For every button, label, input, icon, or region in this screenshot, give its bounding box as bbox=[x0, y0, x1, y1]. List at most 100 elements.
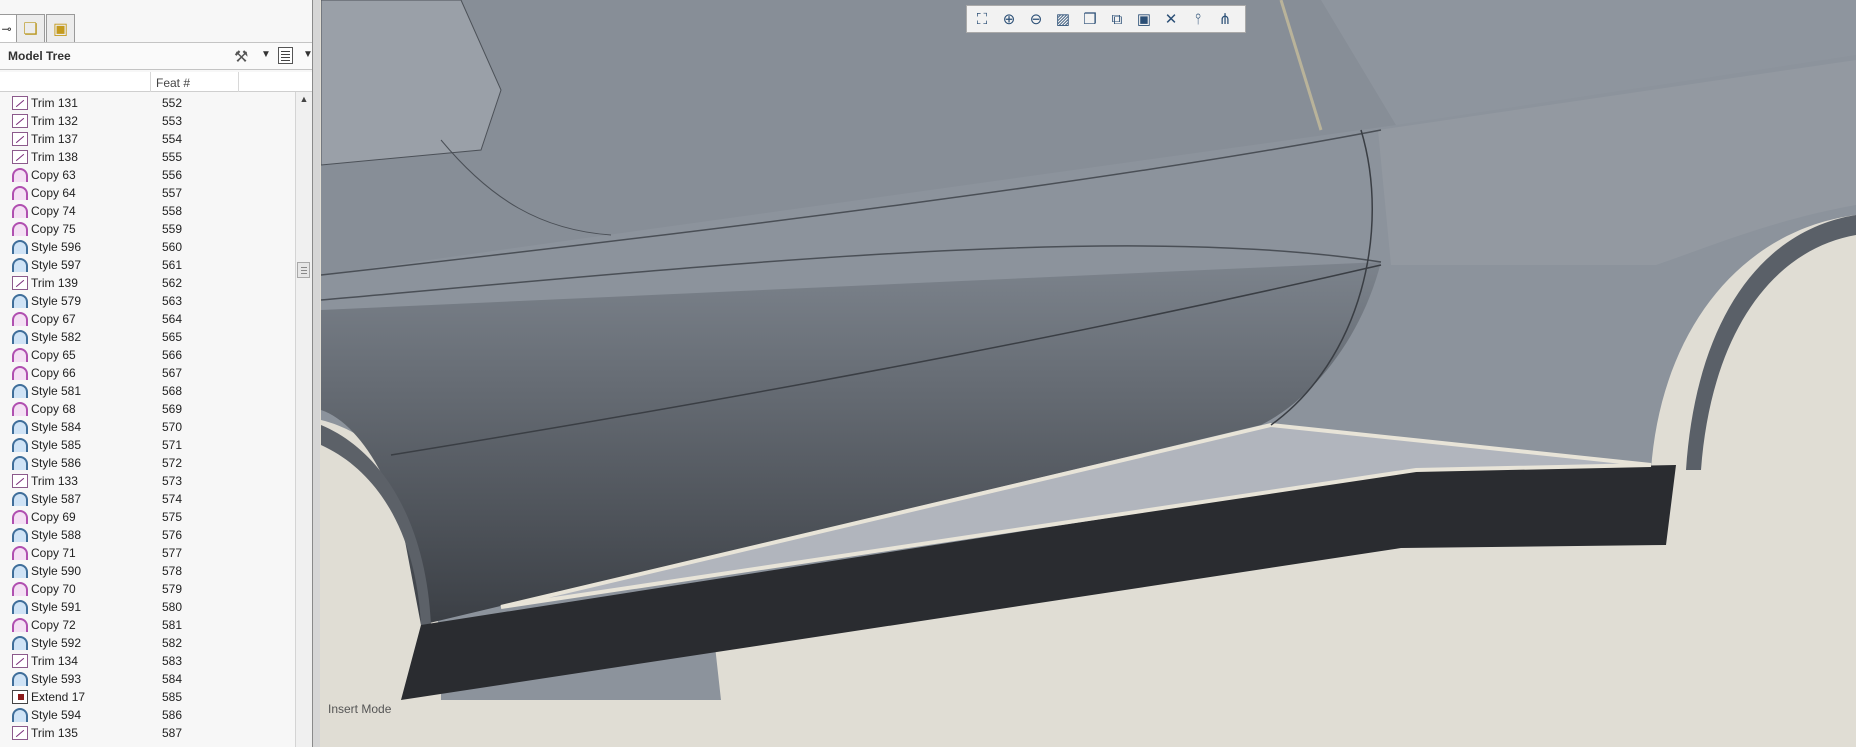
feature-name: Copy 65 bbox=[31, 348, 76, 362]
tree-row[interactable]: Copy 65 566 bbox=[0, 346, 294, 364]
feature-name: Copy 74 bbox=[31, 204, 76, 218]
datum-planes-icon[interactable]: ✕ bbox=[1160, 9, 1182, 31]
tree-scrollbar[interactable]: ▲ bbox=[295, 92, 312, 747]
feature-number: 566 bbox=[162, 348, 183, 362]
copy-feature-icon bbox=[12, 204, 28, 218]
trim-feature-icon bbox=[12, 474, 28, 488]
tree-column-header: Feat # bbox=[0, 72, 313, 92]
tree-row[interactable]: Trim 135 587 bbox=[0, 724, 294, 742]
panel-splitter[interactable] bbox=[312, 0, 320, 747]
tree-row[interactable]: Style 596 560 bbox=[0, 238, 294, 256]
layers-tab[interactable]: ❏ bbox=[16, 14, 45, 43]
chevron-down-icon[interactable]: ▼ bbox=[261, 49, 271, 60]
column-header-feat[interactable]: Feat # bbox=[156, 76, 190, 90]
tree-row[interactable]: Copy 70 579 bbox=[0, 580, 294, 598]
style-feature-icon bbox=[12, 258, 28, 272]
feature-name: Style 581 bbox=[31, 384, 82, 398]
tree-row[interactable]: Copy 72 581 bbox=[0, 616, 294, 634]
tree-row[interactable]: Extend 17 585 bbox=[0, 688, 294, 706]
tree-row[interactable]: Trim 137 554 bbox=[0, 130, 294, 148]
repaint-icon[interactable]: ▨ bbox=[1052, 9, 1074, 31]
refit-icon[interactable]: ⛶ bbox=[971, 9, 993, 31]
trim-feature-icon bbox=[12, 96, 28, 110]
tree-row[interactable]: Style 592 582 bbox=[0, 634, 294, 652]
feature-name: Copy 71 bbox=[31, 546, 76, 560]
feature-number: 580 bbox=[162, 600, 183, 614]
car-body-model[interactable] bbox=[321, 0, 1856, 747]
graphics-window[interactable]: ⛶ ⊕ ⊖ ▨ ❒ ⧉ ▣ ✕ ⫯ ⋔ Insert Mode bbox=[321, 0, 1856, 747]
feature-name: Copy 67 bbox=[31, 312, 76, 326]
tree-row[interactable]: Copy 75 559 bbox=[0, 220, 294, 238]
view-manager-icon[interactable]: ▣ bbox=[1133, 9, 1155, 31]
show-menu-icon[interactable] bbox=[278, 47, 293, 64]
tree-row[interactable]: Style 593 584 bbox=[0, 670, 294, 688]
feature-name: Trim 138 bbox=[31, 150, 78, 164]
trim-feature-icon bbox=[12, 726, 28, 740]
tree-row[interactable]: Style 579 563 bbox=[0, 292, 294, 310]
feature-number: 567 bbox=[162, 366, 183, 380]
tree-row[interactable]: Trim 134 583 bbox=[0, 652, 294, 670]
datum-points-icon[interactable]: ⋔ bbox=[1214, 9, 1236, 31]
tree-row[interactable]: Style 581 568 bbox=[0, 382, 294, 400]
scroll-thumb[interactable] bbox=[297, 262, 310, 278]
tree-row[interactable]: Copy 63 556 bbox=[0, 166, 294, 184]
scroll-up-arrow-icon[interactable]: ▲ bbox=[298, 94, 310, 106]
feature-name: Style 592 bbox=[31, 636, 82, 650]
feature-name: Copy 68 bbox=[31, 402, 76, 416]
tree-row[interactable]: Style 582 565 bbox=[0, 328, 294, 346]
feature-name: Copy 66 bbox=[31, 366, 76, 380]
tree-row[interactable]: Style 587 574 bbox=[0, 490, 294, 508]
tree-row[interactable]: Trim 132 553 bbox=[0, 112, 294, 130]
column-divider[interactable] bbox=[150, 72, 151, 92]
tree-row[interactable]: Style 585 571 bbox=[0, 436, 294, 454]
folder-browser-tab[interactable]: ▣ bbox=[46, 14, 75, 43]
feature-name: Style 591 bbox=[31, 600, 82, 614]
tree-row[interactable]: Copy 69 575 bbox=[0, 508, 294, 526]
tree-row[interactable]: Trim 131 552 bbox=[0, 94, 294, 112]
settings-icon[interactable]: ⚒ bbox=[234, 47, 248, 67]
datum-axes-icon[interactable]: ⫯ bbox=[1187, 9, 1209, 31]
zoom-out-icon[interactable]: ⊖ bbox=[1025, 9, 1047, 31]
feature-number: 576 bbox=[162, 528, 183, 542]
tree-row[interactable]: Trim 133 573 bbox=[0, 472, 294, 490]
status-mode-label: Insert Mode bbox=[328, 702, 392, 716]
feature-number: 552 bbox=[162, 96, 183, 110]
tree-row[interactable]: Style 597 561 bbox=[0, 256, 294, 274]
display-style-icon[interactable]: ❒ bbox=[1079, 9, 1101, 31]
tree-row[interactable]: Copy 66 567 bbox=[0, 364, 294, 382]
tree-row[interactable]: Copy 64 557 bbox=[0, 184, 294, 202]
feature-number: 559 bbox=[162, 222, 183, 236]
style-feature-icon bbox=[12, 528, 28, 542]
feature-name: Style 579 bbox=[31, 294, 82, 308]
feature-number: 561 bbox=[162, 258, 183, 272]
zoom-in-icon[interactable]: ⊕ bbox=[998, 9, 1020, 31]
feature-name: Copy 72 bbox=[31, 618, 76, 632]
feature-name: Copy 75 bbox=[31, 222, 76, 236]
feature-name: Extend 17 bbox=[31, 690, 86, 704]
tree-row[interactable]: Copy 71 577 bbox=[0, 544, 294, 562]
tree-row[interactable]: Trim 139 562 bbox=[0, 274, 294, 292]
feature-number: 557 bbox=[162, 186, 183, 200]
feature-number: 570 bbox=[162, 420, 183, 434]
column-divider[interactable] bbox=[238, 72, 239, 92]
tree-row[interactable]: Copy 68 569 bbox=[0, 400, 294, 418]
copy-feature-icon bbox=[12, 312, 28, 326]
tree-row[interactable]: Style 590 578 bbox=[0, 562, 294, 580]
feature-name: Trim 131 bbox=[31, 96, 78, 110]
tree-row[interactable]: Style 588 576 bbox=[0, 526, 294, 544]
tree-row[interactable]: Style 586 572 bbox=[0, 454, 294, 472]
feature-number: 554 bbox=[162, 132, 183, 146]
tree-row[interactable]: Copy 74 558 bbox=[0, 202, 294, 220]
feature-number: 585 bbox=[162, 690, 183, 704]
style-feature-icon bbox=[12, 708, 28, 722]
tree-row[interactable]: Style 594 586 bbox=[0, 706, 294, 724]
tree-row[interactable]: Style 591 580 bbox=[0, 598, 294, 616]
tree-row[interactable]: Copy 67 564 bbox=[0, 310, 294, 328]
tree-row[interactable]: Trim 138 555 bbox=[0, 148, 294, 166]
tree-row[interactable]: Style 584 570 bbox=[0, 418, 294, 436]
style-feature-icon bbox=[12, 600, 28, 614]
feature-name: Trim 135 bbox=[31, 726, 78, 740]
saved-views-icon[interactable]: ⧉ bbox=[1106, 9, 1128, 31]
feature-name: Style 590 bbox=[31, 564, 82, 578]
feature-number: 553 bbox=[162, 114, 183, 128]
